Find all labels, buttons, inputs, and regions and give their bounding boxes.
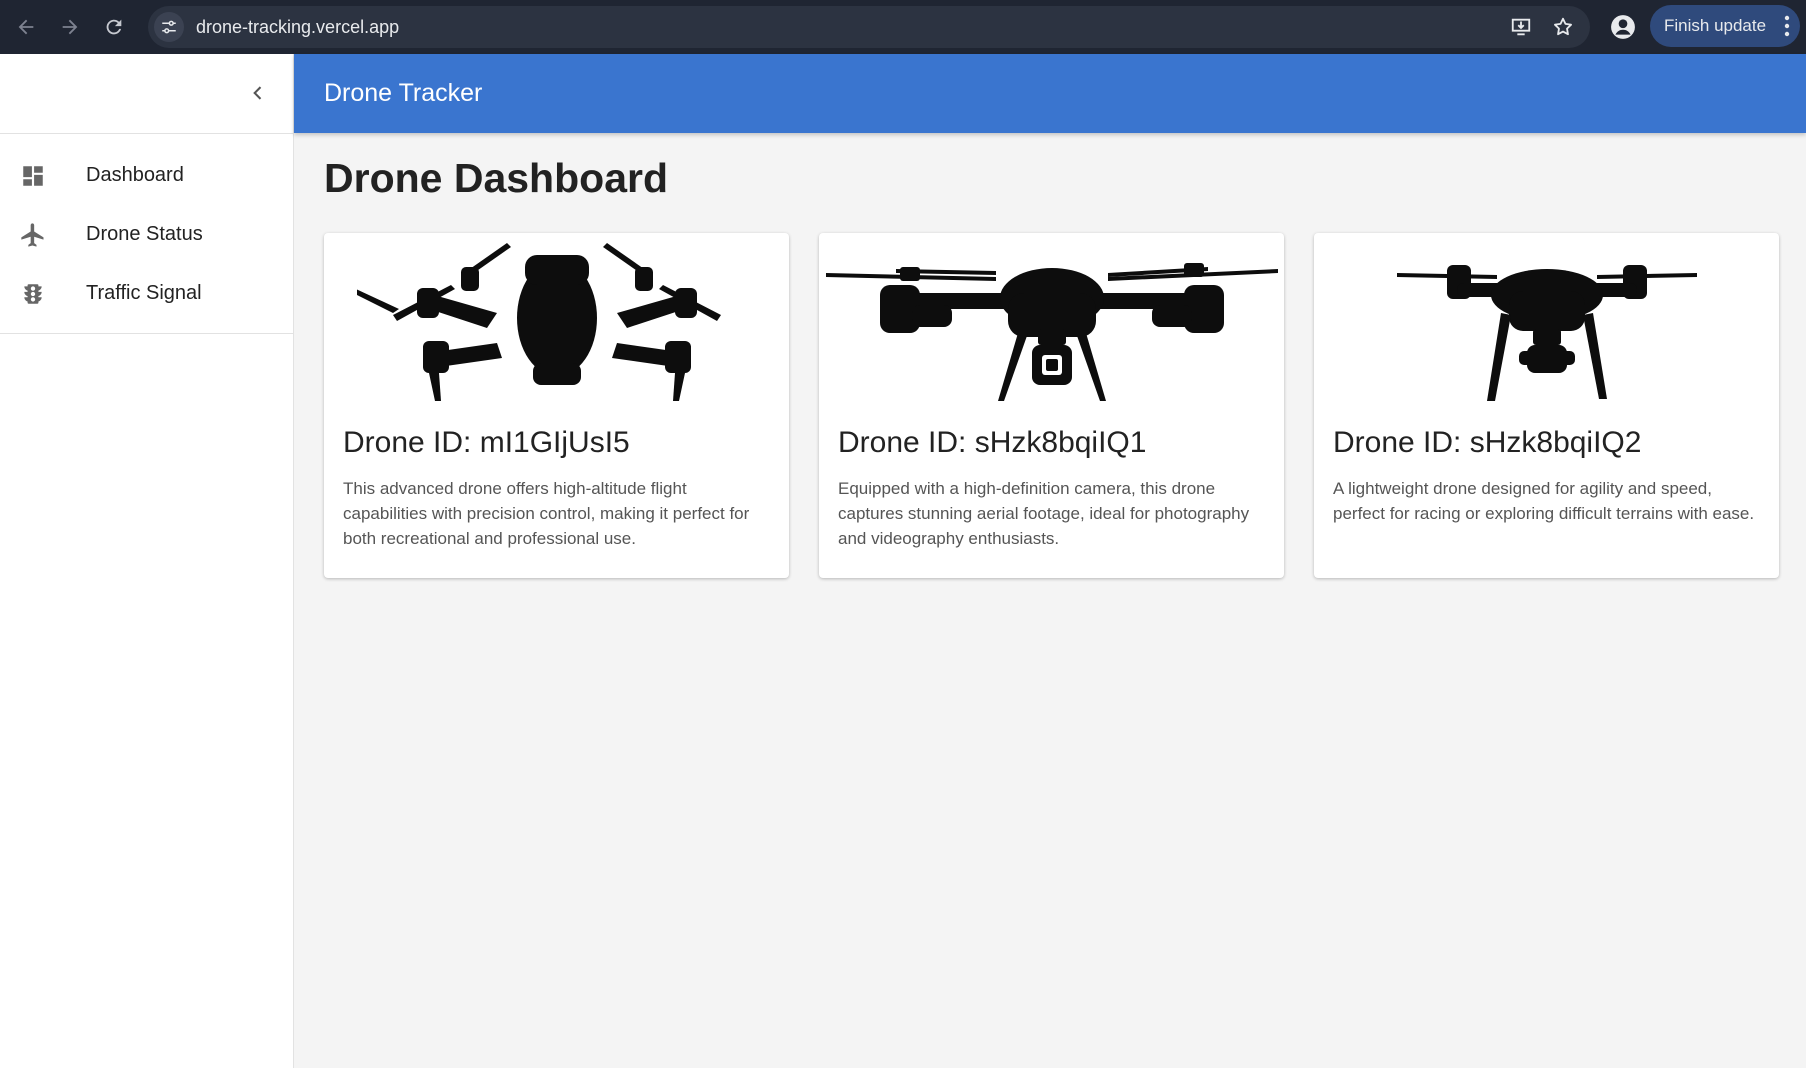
profile-icon — [1611, 15, 1635, 39]
collapse-sidebar-button[interactable] — [243, 78, 273, 108]
finish-update-label: Finish update — [1664, 16, 1767, 35]
drone-card[interactable]: Drone ID: mI1GIjUsI5 This advanced drone… — [324, 233, 789, 578]
drone-description: Equipped with a high-definition camera, … — [838, 479, 1250, 548]
address-bar[interactable]: drone-tracking.vercel.app — [148, 6, 1590, 48]
chevron-left-icon — [253, 86, 262, 100]
drone-description: A lightweight drone designed for agility… — [1333, 479, 1755, 523]
sidebar-item-drone-status[interactable]: Drone Status — [0, 205, 293, 264]
sidebar-item-label: Traffic Signal — [86, 282, 202, 304]
sidebar-nav: Dashboard Drone Status Traffic Signal — [0, 134, 293, 334]
reload-icon — [106, 19, 122, 35]
site-info-button[interactable] — [154, 12, 184, 42]
install-app-icon[interactable] — [1510, 16, 1532, 38]
app-bar: Drone Tracker — [294, 54, 1806, 133]
browser-toolbar: drone-tracking.vercel.app Finish update — [0, 0, 1806, 54]
page-title: Drone Dashboard — [324, 155, 668, 201]
folded-quadcopter-image — [324, 233, 789, 403]
drone-id-title: Drone ID: mI1GIjUsI5 — [343, 426, 630, 459]
forward-arrow-icon — [62, 19, 78, 35]
url-text[interactable]: drone-tracking.vercel.app — [196, 17, 399, 38]
back-arrow-icon — [18, 19, 34, 35]
sidebar-item-dashboard[interactable]: Dashboard — [0, 146, 293, 205]
dashboard-icon — [18, 161, 48, 191]
sidebar-header — [0, 54, 293, 134]
sidebar-item-label: Drone Status — [86, 223, 203, 245]
racing-quadcopter-image — [1314, 233, 1779, 403]
forward-button[interactable] — [52, 9, 88, 45]
camera-quadcopter-image — [819, 233, 1284, 403]
drone-card[interactable]: Drone ID: sHzk8bqiIQ1 Equipped with a hi… — [819, 233, 1284, 578]
profile-button[interactable] — [1608, 12, 1638, 42]
drone-card-list: Drone ID: mI1GIjUsI5 This advanced drone… — [324, 233, 1779, 578]
drone-description: This advanced drone offers high-altitude… — [343, 479, 750, 548]
traffic-light-icon — [18, 279, 48, 309]
sidebar: Dashboard Drone Status Traffic Signal — [0, 54, 294, 1068]
site-info-icon — [162, 20, 176, 34]
main-content: Drone Dashboard Drone ID: mI1GIjUsI5 Thi… — [294, 133, 1806, 1068]
finish-update-button[interactable]: Finish update — [1650, 5, 1800, 47]
reload-button[interactable] — [96, 9, 132, 45]
drone-id-title: Drone ID: sHzk8bqiIQ1 — [838, 426, 1147, 459]
sidebar-item-label: Dashboard — [86, 164, 184, 186]
app-title: Drone Tracker — [324, 79, 483, 107]
airplane-icon — [18, 220, 48, 250]
drone-card[interactable]: Drone ID: sHzk8bqiIQ2 A lightweight dron… — [1314, 233, 1779, 578]
more-vert-icon[interactable] — [1784, 15, 1790, 37]
bookmark-star-icon[interactable] — [1552, 16, 1574, 38]
drone-id-title: Drone ID: sHzk8bqiIQ2 — [1333, 426, 1642, 459]
sidebar-item-traffic-signal[interactable]: Traffic Signal — [0, 264, 293, 323]
back-button[interactable] — [8, 9, 44, 45]
